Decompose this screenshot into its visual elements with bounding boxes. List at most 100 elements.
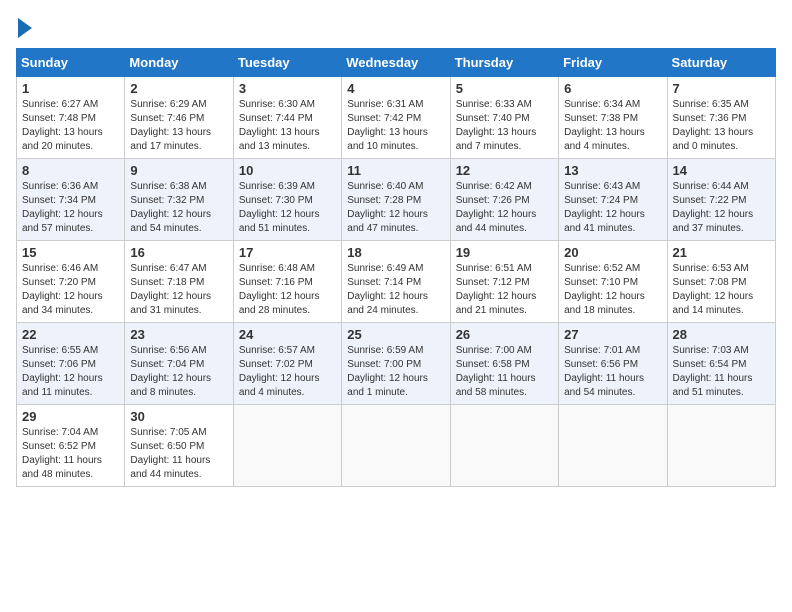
day-number: 11	[347, 163, 444, 178]
day-number: 7	[673, 81, 770, 96]
day-info: Sunrise: 6:49 AM Sunset: 7:14 PM Dayligh…	[347, 262, 444, 318]
calendar-day-cell: 21 Sunrise: 6:53 AM Sunset: 7:08 PM Dayl…	[667, 241, 775, 323]
day-number: 24	[239, 327, 336, 342]
day-number: 18	[347, 245, 444, 260]
day-info: Sunrise: 6:59 AM Sunset: 7:00 PM Dayligh…	[347, 344, 444, 400]
day-number: 9	[130, 163, 227, 178]
calendar-day-cell: 23 Sunrise: 6:56 AM Sunset: 7:04 PM Dayl…	[125, 323, 233, 405]
page-header	[16, 16, 776, 38]
day-number: 20	[564, 245, 661, 260]
calendar-day-cell: 1 Sunrise: 6:27 AM Sunset: 7:48 PM Dayli…	[17, 77, 125, 159]
calendar-day-cell: 15 Sunrise: 6:46 AM Sunset: 7:20 PM Dayl…	[17, 241, 125, 323]
day-number: 23	[130, 327, 227, 342]
day-info: Sunrise: 6:46 AM Sunset: 7:20 PM Dayligh…	[22, 262, 119, 318]
calendar-day-cell: 28 Sunrise: 7:03 AM Sunset: 6:54 PM Dayl…	[667, 323, 775, 405]
weekday-header: Saturday	[667, 49, 775, 77]
day-info: Sunrise: 6:57 AM Sunset: 7:02 PM Dayligh…	[239, 344, 336, 400]
calendar-day-cell: 2 Sunrise: 6:29 AM Sunset: 7:46 PM Dayli…	[125, 77, 233, 159]
calendar-day-cell: 14 Sunrise: 6:44 AM Sunset: 7:22 PM Dayl…	[667, 159, 775, 241]
day-info: Sunrise: 6:36 AM Sunset: 7:34 PM Dayligh…	[22, 180, 119, 236]
day-info: Sunrise: 6:29 AM Sunset: 7:46 PM Dayligh…	[130, 98, 227, 154]
day-info: Sunrise: 6:44 AM Sunset: 7:22 PM Dayligh…	[673, 180, 770, 236]
calendar-week-row: 8 Sunrise: 6:36 AM Sunset: 7:34 PM Dayli…	[17, 159, 776, 241]
calendar-day-cell: 24 Sunrise: 6:57 AM Sunset: 7:02 PM Dayl…	[233, 323, 341, 405]
weekday-header: Sunday	[17, 49, 125, 77]
day-number: 15	[22, 245, 119, 260]
day-info: Sunrise: 6:31 AM Sunset: 7:42 PM Dayligh…	[347, 98, 444, 154]
day-info: Sunrise: 6:27 AM Sunset: 7:48 PM Dayligh…	[22, 98, 119, 154]
day-info: Sunrise: 6:52 AM Sunset: 7:10 PM Dayligh…	[564, 262, 661, 318]
day-number: 12	[456, 163, 553, 178]
day-number: 13	[564, 163, 661, 178]
day-info: Sunrise: 6:35 AM Sunset: 7:36 PM Dayligh…	[673, 98, 770, 154]
calendar-day-cell: 16 Sunrise: 6:47 AM Sunset: 7:18 PM Dayl…	[125, 241, 233, 323]
calendar-day-cell: 9 Sunrise: 6:38 AM Sunset: 7:32 PM Dayli…	[125, 159, 233, 241]
day-number: 29	[22, 409, 119, 424]
calendar-day-cell: 10 Sunrise: 6:39 AM Sunset: 7:30 PM Dayl…	[233, 159, 341, 241]
day-number: 19	[456, 245, 553, 260]
day-info: Sunrise: 6:34 AM Sunset: 7:38 PM Dayligh…	[564, 98, 661, 154]
calendar-day-cell: 19 Sunrise: 6:51 AM Sunset: 7:12 PM Dayl…	[450, 241, 558, 323]
day-info: Sunrise: 6:47 AM Sunset: 7:18 PM Dayligh…	[130, 262, 227, 318]
calendar-day-cell: 17 Sunrise: 6:48 AM Sunset: 7:16 PM Dayl…	[233, 241, 341, 323]
day-info: Sunrise: 7:01 AM Sunset: 6:56 PM Dayligh…	[564, 344, 661, 400]
weekday-header: Thursday	[450, 49, 558, 77]
calendar-day-cell: 11 Sunrise: 6:40 AM Sunset: 7:28 PM Dayl…	[342, 159, 450, 241]
day-info: Sunrise: 6:40 AM Sunset: 7:28 PM Dayligh…	[347, 180, 444, 236]
weekday-header: Tuesday	[233, 49, 341, 77]
day-info: Sunrise: 6:56 AM Sunset: 7:04 PM Dayligh…	[130, 344, 227, 400]
calendar-day-cell: 6 Sunrise: 6:34 AM Sunset: 7:38 PM Dayli…	[559, 77, 667, 159]
calendar-day-cell: 20 Sunrise: 6:52 AM Sunset: 7:10 PM Dayl…	[559, 241, 667, 323]
day-number: 30	[130, 409, 227, 424]
calendar-day-cell	[667, 405, 775, 487]
logo	[16, 16, 32, 38]
day-number: 22	[22, 327, 119, 342]
day-number: 26	[456, 327, 553, 342]
day-number: 8	[22, 163, 119, 178]
calendar-header-row: SundayMondayTuesdayWednesdayThursdayFrid…	[17, 49, 776, 77]
day-info: Sunrise: 6:55 AM Sunset: 7:06 PM Dayligh…	[22, 344, 119, 400]
day-info: Sunrise: 6:42 AM Sunset: 7:26 PM Dayligh…	[456, 180, 553, 236]
logo-arrow-icon	[18, 18, 32, 38]
calendar-day-cell	[559, 405, 667, 487]
day-number: 4	[347, 81, 444, 96]
calendar-day-cell	[233, 405, 341, 487]
calendar-day-cell: 29 Sunrise: 7:04 AM Sunset: 6:52 PM Dayl…	[17, 405, 125, 487]
calendar-day-cell: 13 Sunrise: 6:43 AM Sunset: 7:24 PM Dayl…	[559, 159, 667, 241]
day-number: 3	[239, 81, 336, 96]
day-number: 14	[673, 163, 770, 178]
day-info: Sunrise: 6:53 AM Sunset: 7:08 PM Dayligh…	[673, 262, 770, 318]
calendar-week-row: 1 Sunrise: 6:27 AM Sunset: 7:48 PM Dayli…	[17, 77, 776, 159]
day-info: Sunrise: 7:00 AM Sunset: 6:58 PM Dayligh…	[456, 344, 553, 400]
day-info: Sunrise: 6:38 AM Sunset: 7:32 PM Dayligh…	[130, 180, 227, 236]
weekday-header: Friday	[559, 49, 667, 77]
day-info: Sunrise: 6:33 AM Sunset: 7:40 PM Dayligh…	[456, 98, 553, 154]
weekday-header: Wednesday	[342, 49, 450, 77]
calendar-day-cell: 25 Sunrise: 6:59 AM Sunset: 7:00 PM Dayl…	[342, 323, 450, 405]
calendar-day-cell: 30 Sunrise: 7:05 AM Sunset: 6:50 PM Dayl…	[125, 405, 233, 487]
calendar-day-cell: 3 Sunrise: 6:30 AM Sunset: 7:44 PM Dayli…	[233, 77, 341, 159]
calendar-day-cell: 8 Sunrise: 6:36 AM Sunset: 7:34 PM Dayli…	[17, 159, 125, 241]
day-number: 1	[22, 81, 119, 96]
day-number: 27	[564, 327, 661, 342]
calendar-week-row: 15 Sunrise: 6:46 AM Sunset: 7:20 PM Dayl…	[17, 241, 776, 323]
calendar-table: SundayMondayTuesdayWednesdayThursdayFrid…	[16, 48, 776, 487]
day-number: 16	[130, 245, 227, 260]
day-info: Sunrise: 7:05 AM Sunset: 6:50 PM Dayligh…	[130, 426, 227, 482]
day-info: Sunrise: 6:48 AM Sunset: 7:16 PM Dayligh…	[239, 262, 336, 318]
calendar-day-cell: 18 Sunrise: 6:49 AM Sunset: 7:14 PM Dayl…	[342, 241, 450, 323]
day-number: 17	[239, 245, 336, 260]
day-number: 25	[347, 327, 444, 342]
day-info: Sunrise: 7:03 AM Sunset: 6:54 PM Dayligh…	[673, 344, 770, 400]
calendar-day-cell: 22 Sunrise: 6:55 AM Sunset: 7:06 PM Dayl…	[17, 323, 125, 405]
day-number: 21	[673, 245, 770, 260]
calendar-day-cell: 27 Sunrise: 7:01 AM Sunset: 6:56 PM Dayl…	[559, 323, 667, 405]
day-number: 2	[130, 81, 227, 96]
day-number: 6	[564, 81, 661, 96]
day-info: Sunrise: 6:39 AM Sunset: 7:30 PM Dayligh…	[239, 180, 336, 236]
calendar-week-row: 29 Sunrise: 7:04 AM Sunset: 6:52 PM Dayl…	[17, 405, 776, 487]
day-info: Sunrise: 6:51 AM Sunset: 7:12 PM Dayligh…	[456, 262, 553, 318]
calendar-day-cell: 12 Sunrise: 6:42 AM Sunset: 7:26 PM Dayl…	[450, 159, 558, 241]
calendar-day-cell	[450, 405, 558, 487]
calendar-day-cell	[342, 405, 450, 487]
